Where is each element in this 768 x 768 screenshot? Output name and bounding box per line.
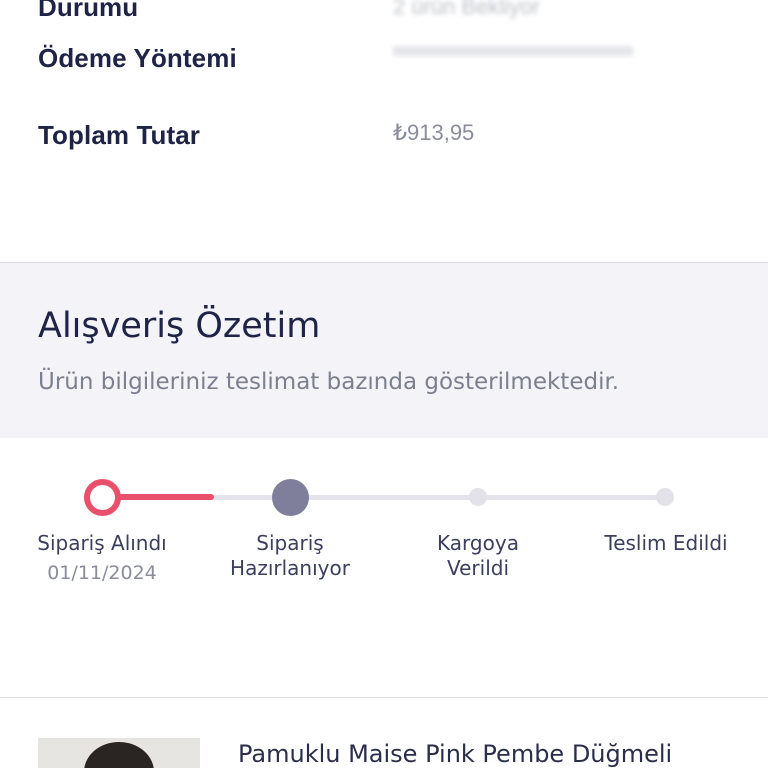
step-2-dot (272, 479, 309, 516)
payment-label: Ödeme Yöntemi (38, 43, 237, 73)
total-row: Toplam Tutar (38, 120, 200, 151)
step-4-label: Teslim Edildi (604, 531, 728, 555)
step-2-label: Sipariş Hazırlanıyor (230, 531, 350, 580)
step-3-label: Kargoya Verildi (437, 531, 519, 580)
section-divider (0, 697, 768, 698)
status-row: Durumu (38, 0, 138, 23)
step-4-dot (656, 488, 674, 506)
product-image[interactable] (38, 738, 200, 768)
total-label: Toplam Tutar (38, 120, 201, 150)
status-label: Durumu (38, 0, 139, 22)
payment-row: Ödeme Yöntemi (38, 43, 237, 74)
product-photo-model (84, 742, 154, 768)
step-1-label: Sipariş Alındı (37, 531, 167, 555)
total-value: ₺913,95 (393, 120, 475, 145)
step-1-dot (84, 479, 121, 516)
status-value: 2 ürün Bekliyor (393, 0, 540, 19)
step-1-date: 01/11/2024 (47, 562, 157, 584)
step-3-dot (469, 488, 487, 506)
payment-value (393, 46, 633, 56)
summary-section (0, 262, 768, 438)
product-title[interactable]: Pamuklu Maise Pink Pembe Düğmeli (238, 740, 672, 768)
summary-title: Alışveriş Özetim (38, 306, 321, 346)
summary-subtitle: Ürün bilgileriniz teslimat bazında göste… (38, 369, 620, 395)
